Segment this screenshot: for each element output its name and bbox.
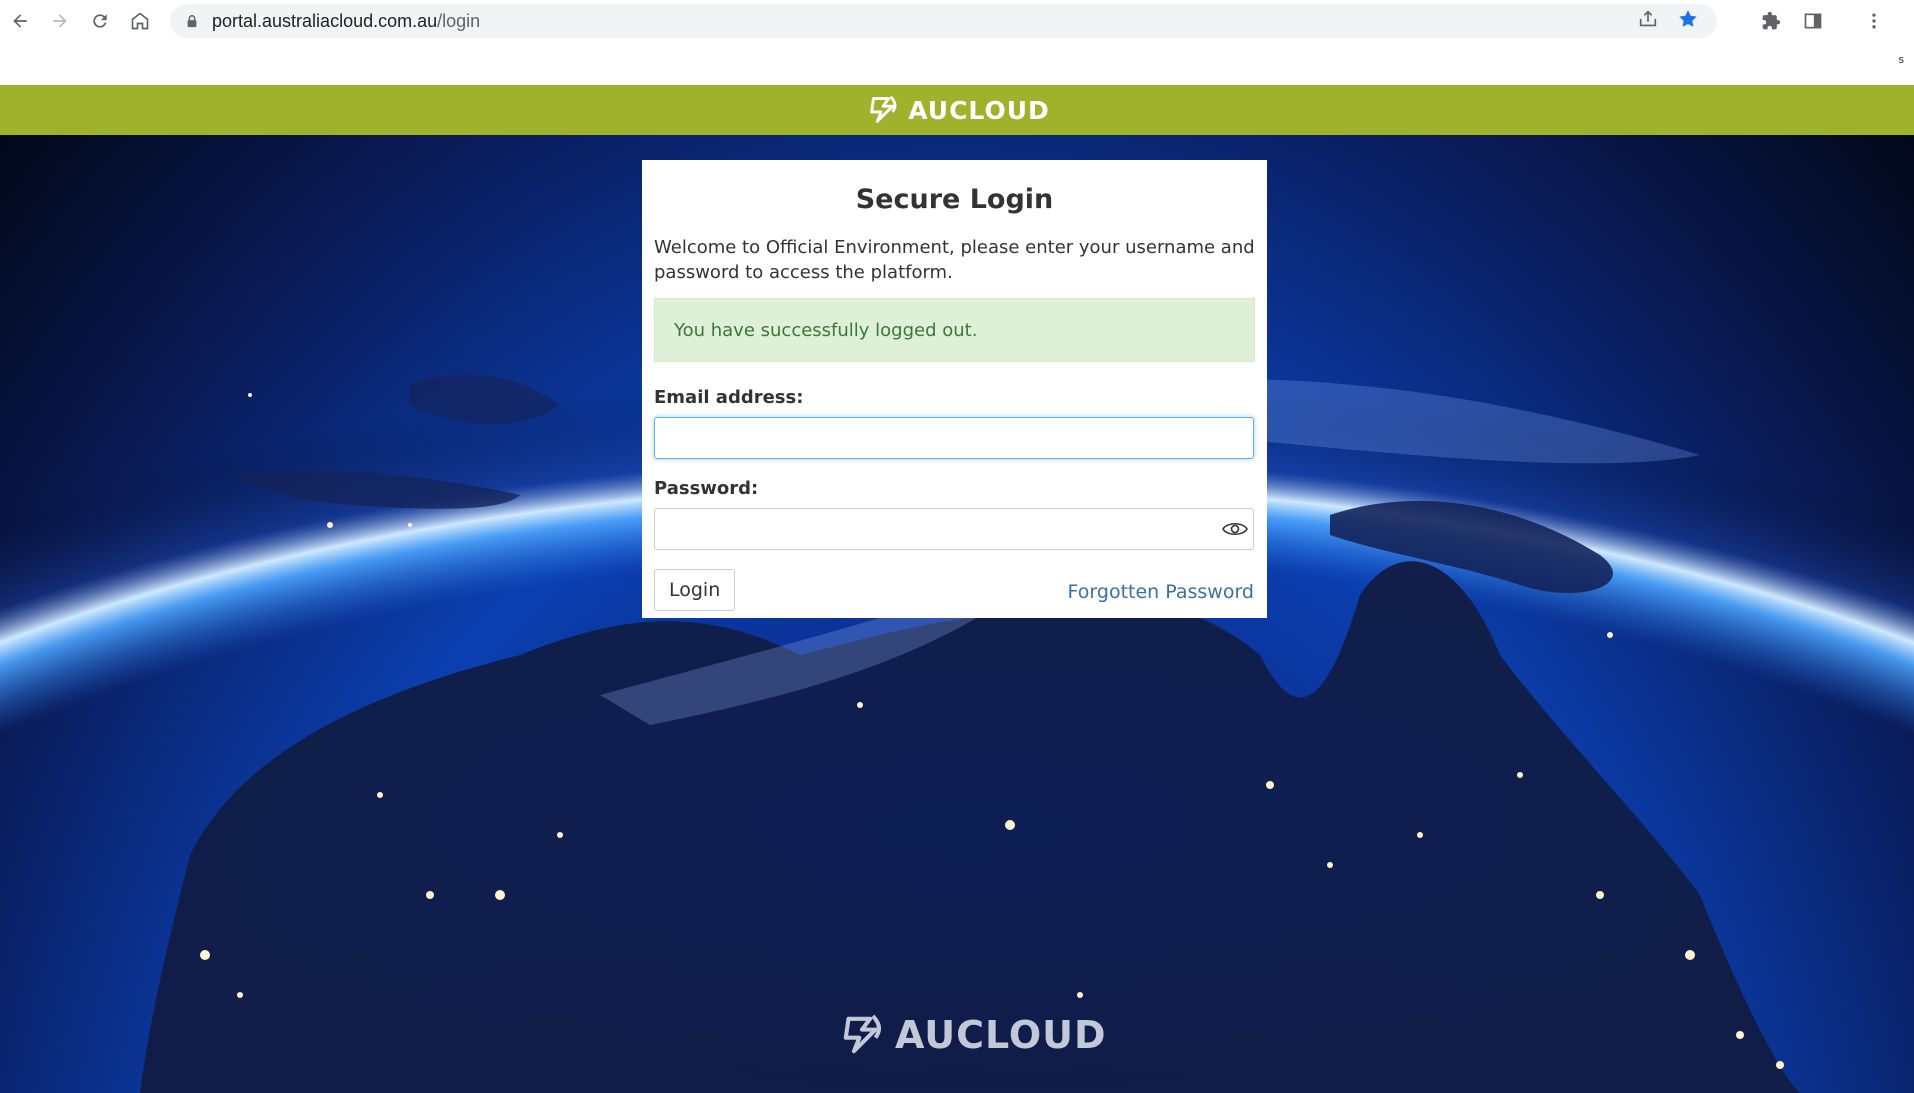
menu-button[interactable] bbox=[1834, 0, 1914, 42]
header-logo[interactable]: AUCLOUD bbox=[864, 91, 1050, 129]
logout-success-alert: You have successfully logged out. bbox=[654, 298, 1255, 362]
lock-icon bbox=[184, 13, 200, 29]
footer-brand-text: AUCLOUD bbox=[895, 1013, 1107, 1057]
alert-text: You have successfully logged out. bbox=[674, 319, 978, 341]
side-panel-icon bbox=[1804, 13, 1822, 29]
forgotten-password-link[interactable]: Forgotten Password bbox=[1068, 581, 1254, 603]
url-text: portal.australiacloud.com.au/login bbox=[212, 11, 480, 32]
aucloud-logo-icon bbox=[843, 1014, 881, 1054]
login-panel: Secure Login Welcome to Official Environ… bbox=[642, 160, 1267, 618]
login-title: Secure Login bbox=[855, 184, 1054, 215]
share-icon[interactable] bbox=[1637, 8, 1659, 35]
corner-text: s bbox=[1898, 54, 1905, 66]
email-field[interactable] bbox=[654, 417, 1254, 459]
login-actions: Login Forgotten Password bbox=[654, 569, 1254, 611]
extensions-button[interactable] bbox=[1750, 0, 1792, 42]
site-header: AUCLOUD bbox=[0, 85, 1914, 135]
forward-button[interactable] bbox=[40, 0, 80, 42]
eye-icon[interactable] bbox=[1222, 517, 1248, 541]
back-button[interactable] bbox=[0, 0, 40, 42]
header-brand-text: AUCLOUD bbox=[908, 95, 1050, 125]
bookmark-star-icon[interactable] bbox=[1677, 8, 1699, 35]
url-path: /login bbox=[437, 10, 481, 31]
side-panel-button[interactable] bbox=[1792, 0, 1834, 42]
email-label: Email address: bbox=[654, 387, 804, 408]
arrow-right-icon bbox=[53, 14, 67, 28]
arrow-left-icon bbox=[13, 14, 27, 28]
home-icon bbox=[131, 12, 149, 30]
login-description: Welcome to Official Environment, please … bbox=[654, 237, 1255, 283]
kebab-menu-icon bbox=[1872, 13, 1876, 29]
login-button[interactable]: Login bbox=[654, 569, 736, 611]
reload-icon bbox=[93, 14, 107, 28]
reload-button[interactable] bbox=[80, 0, 120, 42]
browser-toolbar: portal.australiacloud.com.au/login bbox=[0, 0, 1914, 42]
puzzle-icon bbox=[1762, 11, 1781, 30]
address-bar[interactable]: portal.australiacloud.com.au/login bbox=[170, 4, 1717, 38]
home-button[interactable] bbox=[120, 0, 160, 42]
password-label: Password: bbox=[654, 478, 759, 499]
password-field[interactable] bbox=[654, 508, 1254, 550]
aucloud-logo-icon bbox=[870, 95, 897, 123]
footer-logo: AUCLOUD bbox=[835, 1008, 1107, 1062]
password-field-wrapper bbox=[654, 508, 1254, 550]
url-host: portal.australiacloud.com.au bbox=[212, 10, 438, 31]
